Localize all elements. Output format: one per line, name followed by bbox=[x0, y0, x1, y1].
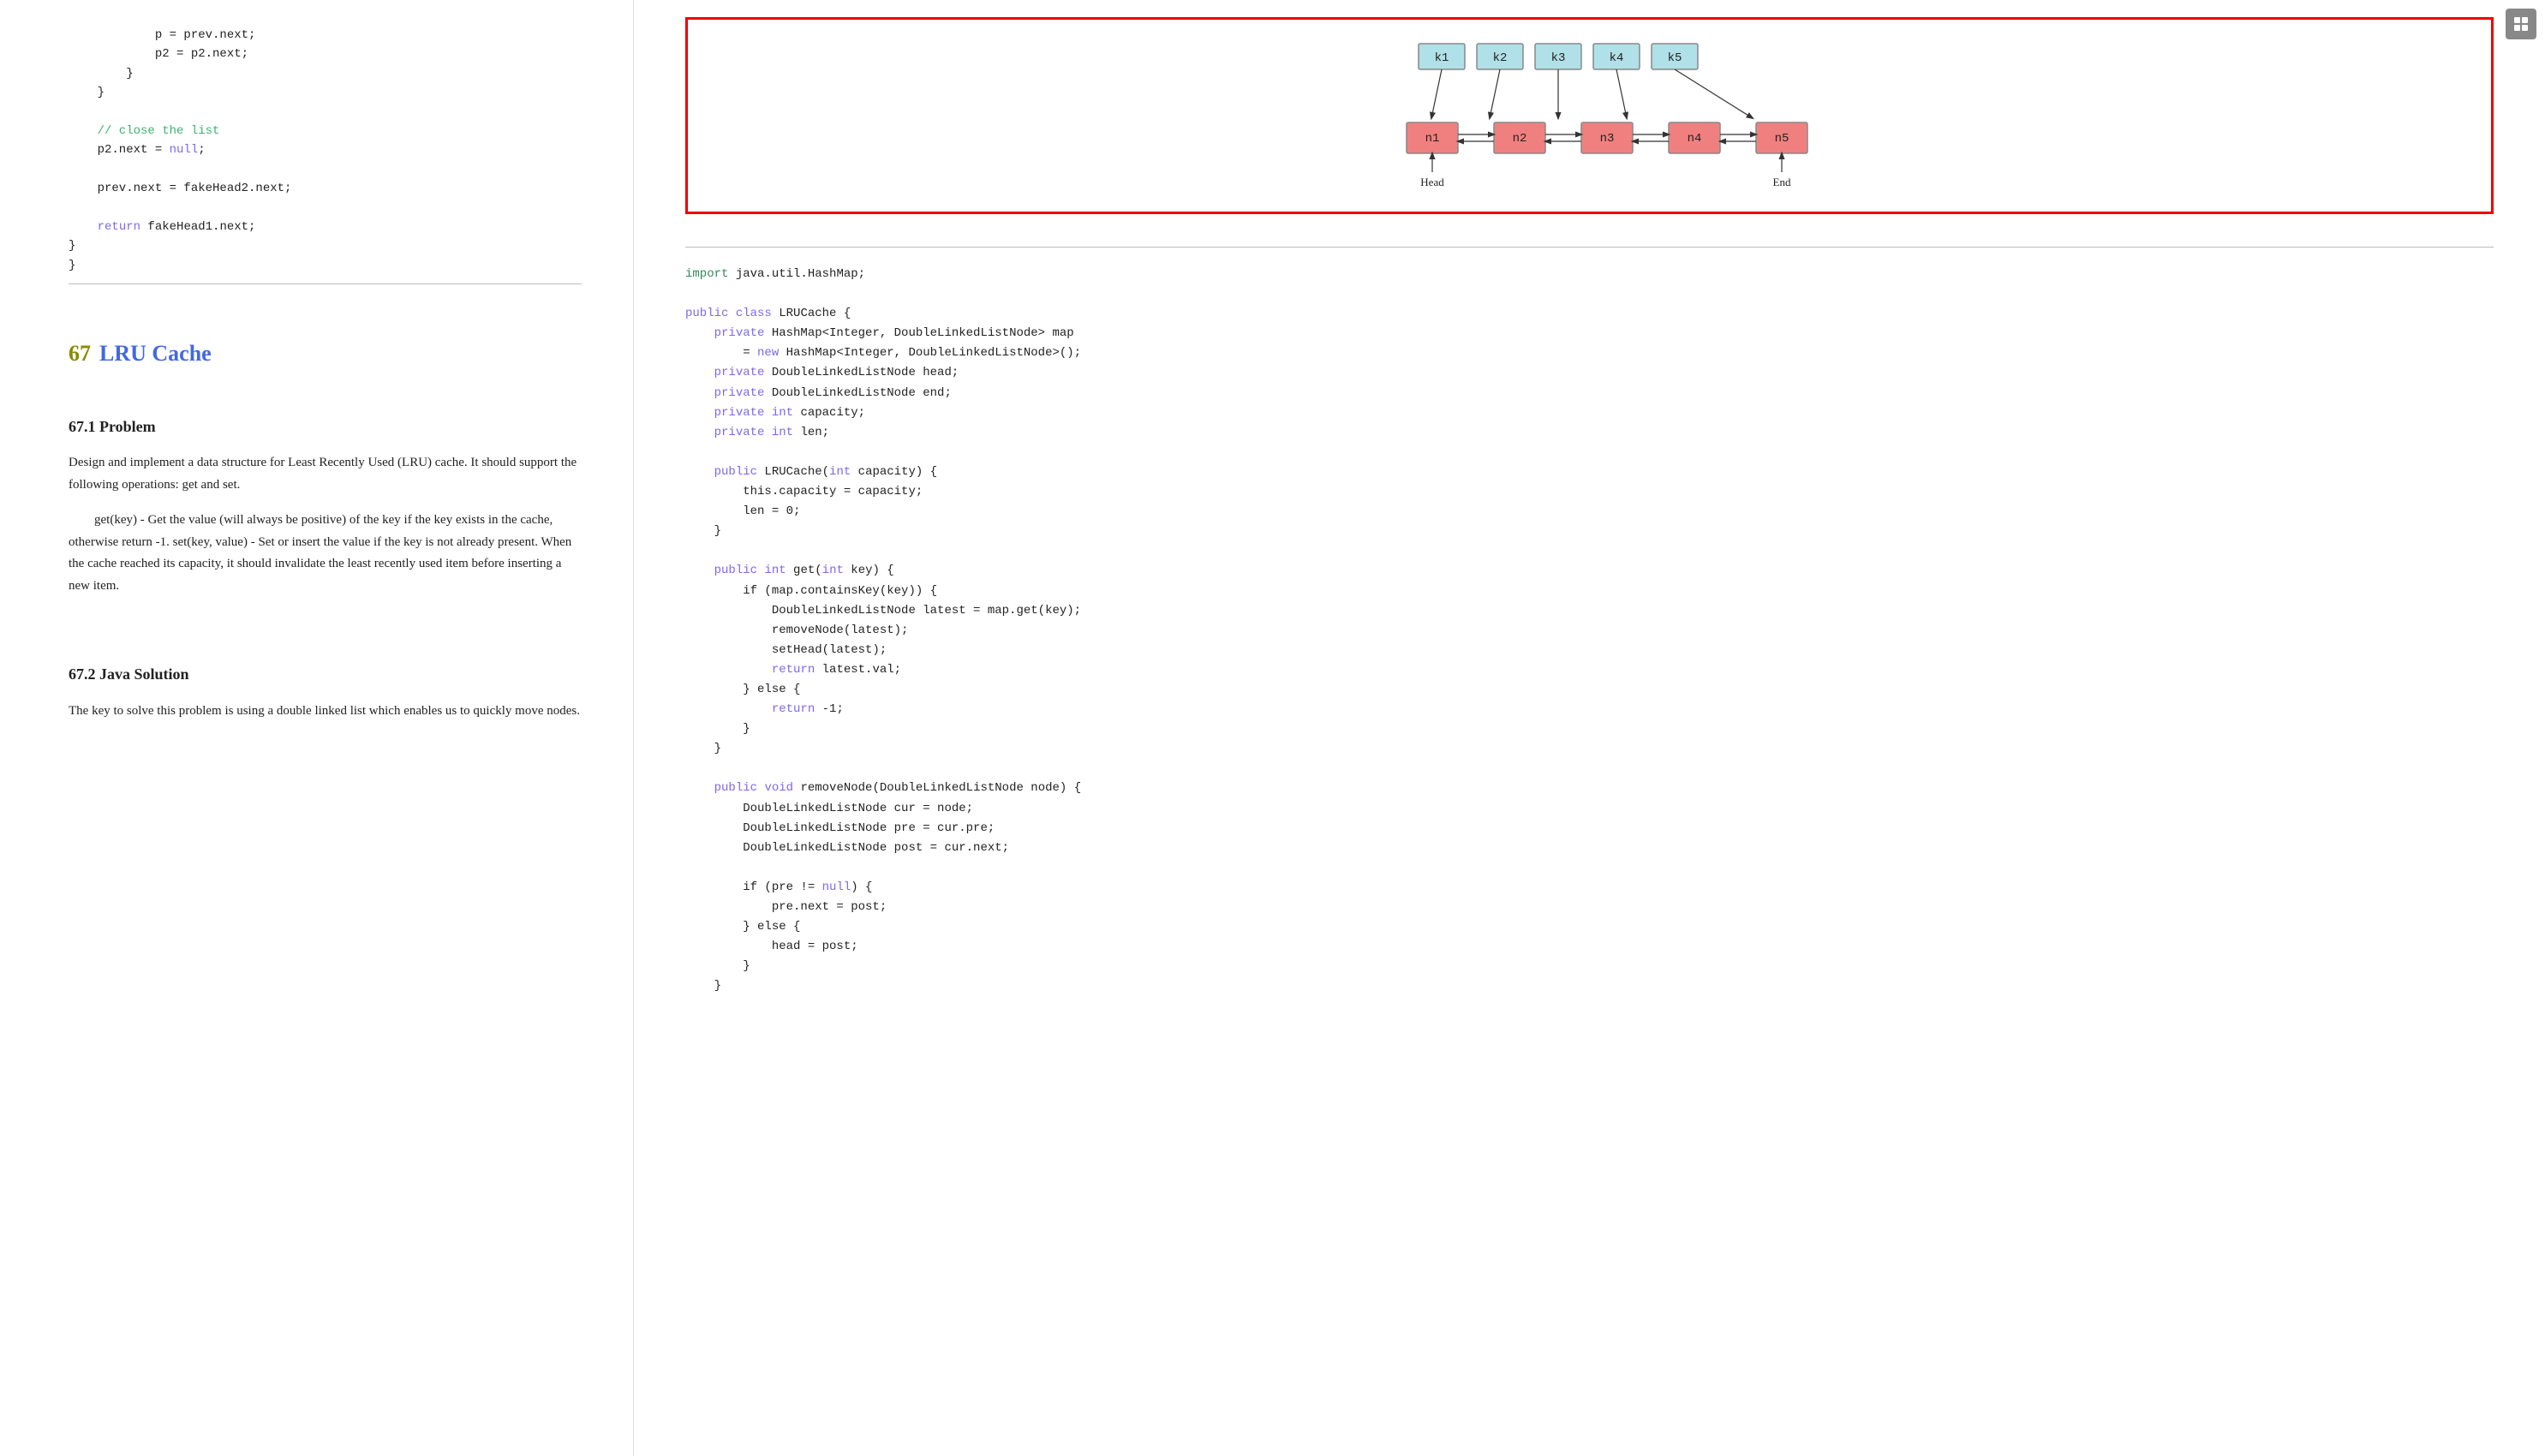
lru-diagram: k1 k2 k3 k4 k5 bbox=[685, 17, 2494, 214]
code-line: } bbox=[69, 236, 582, 255]
svg-text:n5: n5 bbox=[1774, 132, 1789, 146]
right-panel: k1 k2 k3 k4 k5 bbox=[634, 0, 2545, 1456]
code-line: p2 = p2.next; bbox=[69, 45, 582, 63]
problem-text-2: get(key) - Get the value (will always be… bbox=[69, 510, 582, 597]
svg-text:End: End bbox=[1772, 176, 1790, 188]
gap bbox=[69, 611, 582, 662]
code-line: } bbox=[69, 64, 582, 83]
code-top-section: p = prev.next; p2 = p2.next; } } // clos… bbox=[69, 26, 582, 275]
svg-text:k3: k3 bbox=[1550, 51, 1565, 65]
svg-text:k5: k5 bbox=[1667, 51, 1682, 65]
code-line: return fakeHead1.next; bbox=[69, 218, 582, 236]
code-line: prev.next = fakeHead2.next; bbox=[69, 179, 582, 198]
svg-text:n1: n1 bbox=[1425, 132, 1439, 146]
svg-text:k4: k4 bbox=[1609, 51, 1623, 65]
svg-text:n3: n3 bbox=[1599, 132, 1614, 146]
svg-text:k2: k2 bbox=[1492, 51, 1507, 65]
java-code: import java.util.HashMap; public class L… bbox=[685, 265, 2494, 996]
svg-text:Head: Head bbox=[1420, 176, 1444, 188]
section-heading: 67 LRU Cache bbox=[69, 336, 582, 372]
left-panel: p = prev.next; p2 = p2.next; } } // clos… bbox=[0, 0, 634, 1456]
java-solution-text: The key to solve this problem is using a… bbox=[69, 701, 582, 723]
code-line: } bbox=[69, 256, 582, 275]
diagram-svg: k1 k2 k3 k4 k5 bbox=[1367, 37, 1813, 200]
code-line-comment: // close the list bbox=[69, 122, 582, 140]
code-line bbox=[69, 160, 582, 179]
code-line bbox=[69, 199, 582, 218]
subsection-gap bbox=[69, 396, 582, 415]
svg-text:n4: n4 bbox=[1687, 132, 1701, 146]
subsection-67-1-title: 67.1 Problem bbox=[69, 415, 582, 439]
section-number: 67 bbox=[69, 336, 91, 372]
code-block-top: p = prev.next; p2 = p2.next; } } // clos… bbox=[69, 26, 582, 275]
corner-icon[interactable] bbox=[2506, 9, 2536, 39]
section-gap bbox=[69, 301, 582, 336]
diagram-svg-wrapper: k1 k2 k3 k4 k5 bbox=[714, 37, 2465, 200]
code-line: p2.next = null; bbox=[69, 140, 582, 159]
svg-text:k1: k1 bbox=[1434, 51, 1449, 65]
code-line: } bbox=[69, 83, 582, 102]
subsection-67-2-title: 67.2 Java Solution bbox=[69, 662, 582, 687]
section-title: LRU Cache bbox=[99, 336, 212, 372]
code-line bbox=[69, 103, 582, 122]
problem-text-1: Design and implement a data structure fo… bbox=[69, 452, 582, 496]
code-line: p = prev.next; bbox=[69, 26, 582, 45]
divider-top bbox=[69, 283, 582, 284]
divider-code bbox=[685, 247, 2494, 248]
svg-text:n2: n2 bbox=[1512, 132, 1526, 146]
